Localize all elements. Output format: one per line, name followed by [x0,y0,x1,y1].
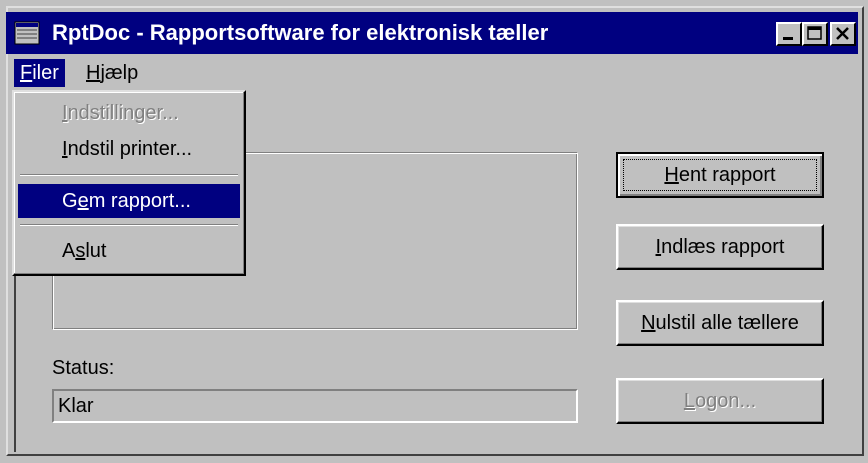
hent-rapport-button[interactable]: Hent rapport [616,152,824,198]
menu-hjaelp[interactable]: Hjælp [80,59,144,87]
title-bar[interactable]: RptDoc - Rapportsoftware for elektronisk… [6,12,858,54]
menu-bar: Filer Hjælp [14,56,854,90]
indlaes-rapport-label: ndlæs rapport [661,236,785,258]
focus-rect: Hent rapport [623,159,817,191]
file-menu-dropdown: Indstillinger... Indstil printer... Gem … [12,90,246,276]
hent-rapport-label: ent rapport [678,164,776,186]
logon-accel: L [683,390,695,412]
logon-button[interactable]: Logon... [616,378,824,424]
menu-hjaelp-accel: H [86,62,101,84]
menu-filer-accel: F [20,62,33,84]
nulstil-alle-taellere-button[interactable]: Nulstil alle tællere [616,300,824,346]
close-button[interactable] [830,22,856,46]
menu-separator [20,174,238,176]
window-title: RptDoc - Rapportsoftware for elektronisk… [52,20,549,45]
dd-item-post: lut [85,240,107,262]
status-field: Klar [52,389,578,423]
menu-item-indstillinger[interactable]: Indstillinger... [18,96,240,130]
dd-item-pre: G [62,190,78,212]
menu-separator [20,224,238,226]
maximize-icon [807,26,822,40]
app-window-icon [14,21,40,45]
logon-label: ogon... [694,390,757,412]
indlaes-rapport-button[interactable]: Indlæs rapport [616,224,824,270]
hent-rapport-accel: H [664,164,679,186]
menu-item-gem-rapport[interactable]: Gem rapport... [18,184,240,218]
close-icon [836,27,849,40]
dd-item-post: ndstillinger... [67,102,179,124]
menu-item-indstil-printer[interactable]: Indstil printer... [18,132,240,166]
menu-item-aslut[interactable]: Aslut [18,234,240,268]
menu-hjaelp-label: jælp [100,62,139,84]
dd-item-accel: e [77,190,89,212]
minimize-icon [783,37,793,40]
nulstil-label: ulstil alle tællere [655,312,799,334]
dd-item-accel: s [75,240,86,262]
menu-filer[interactable]: Filer [14,59,65,87]
menu-filer-label: iler [32,62,59,84]
nulstil-accel: N [641,312,656,334]
dd-item-post: m rapport... [88,190,191,212]
status-label: Status: [52,357,115,379]
maximize-button[interactable] [802,22,828,46]
dd-item-pre: A [62,240,76,262]
minimize-button[interactable] [776,22,802,46]
dd-item-post: ndstil printer... [67,138,193,160]
